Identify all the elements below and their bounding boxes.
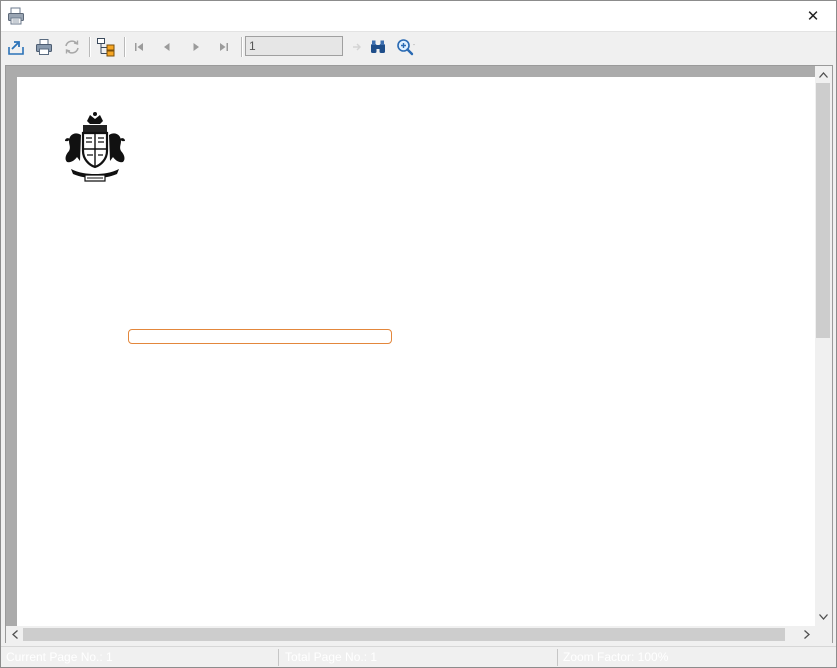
toolbar-separator (241, 37, 243, 57)
previous-page-button[interactable] (156, 36, 178, 58)
find-button[interactable] (367, 36, 389, 58)
title-bar: ✕ (1, 1, 836, 31)
zoom-icon (397, 39, 415, 56)
close-icon: ✕ (806, 8, 820, 25)
scrollbar-corner (815, 626, 832, 643)
refresh-button[interactable] (61, 36, 83, 58)
scroll-left-icon[interactable] (6, 626, 23, 643)
group-tree-icon (97, 38, 115, 57)
toolbar (1, 31, 836, 63)
last-page-button[interactable] (213, 36, 235, 58)
report-viewer-window: ✕ 1 Current Page No.: 1 Total Page No.: … (0, 0, 837, 668)
print-icon (36, 39, 52, 55)
vertical-scrollbar[interactable] (815, 66, 832, 627)
toolbar-separator (124, 37, 126, 57)
go-to-page-button[interactable] (346, 36, 368, 58)
export-icon (8, 41, 24, 55)
total-pages-status: Total Page No.: 1 (282, 649, 558, 666)
toolbar-separator (89, 37, 91, 57)
printer-icon (7, 7, 25, 25)
report-viewer-pane (5, 65, 833, 643)
current-page-status: Current Page No.: 1 (3, 649, 279, 666)
group-tree-button[interactable] (95, 36, 117, 58)
close-button[interactable]: ✕ (790, 1, 836, 31)
vertical-scroll-thumb[interactable] (816, 83, 830, 338)
status-bar: Current Page No.: 1 Total Page No.: 1 Zo… (1, 646, 836, 667)
last-page-icon (220, 43, 228, 51)
scroll-down-icon[interactable] (815, 608, 832, 625)
previous-page-icon (164, 43, 170, 51)
zoom-button[interactable] (395, 36, 417, 58)
zoom-factor-status: Zoom Factor: 100% (563, 650, 669, 664)
scroll-right-icon[interactable] (798, 626, 815, 643)
report-page (17, 77, 815, 629)
print-button[interactable] (33, 36, 55, 58)
scroll-up-icon[interactable] (815, 66, 832, 83)
horizontal-scrollbar[interactable] (6, 626, 815, 643)
refresh-icon (65, 40, 79, 54)
export-button[interactable] (5, 36, 27, 58)
next-page-icon (193, 43, 199, 51)
page-number-input[interactable] (245, 36, 343, 56)
go-to-page-icon (353, 43, 361, 51)
report-field-box (128, 329, 392, 344)
horizontal-scroll-thumb[interactable] (23, 628, 785, 641)
next-page-button[interactable] (185, 36, 207, 58)
binoculars-icon (371, 40, 385, 53)
first-page-button[interactable] (128, 36, 150, 58)
first-page-icon (135, 43, 143, 51)
coat-of-arms-emblem (63, 111, 127, 185)
